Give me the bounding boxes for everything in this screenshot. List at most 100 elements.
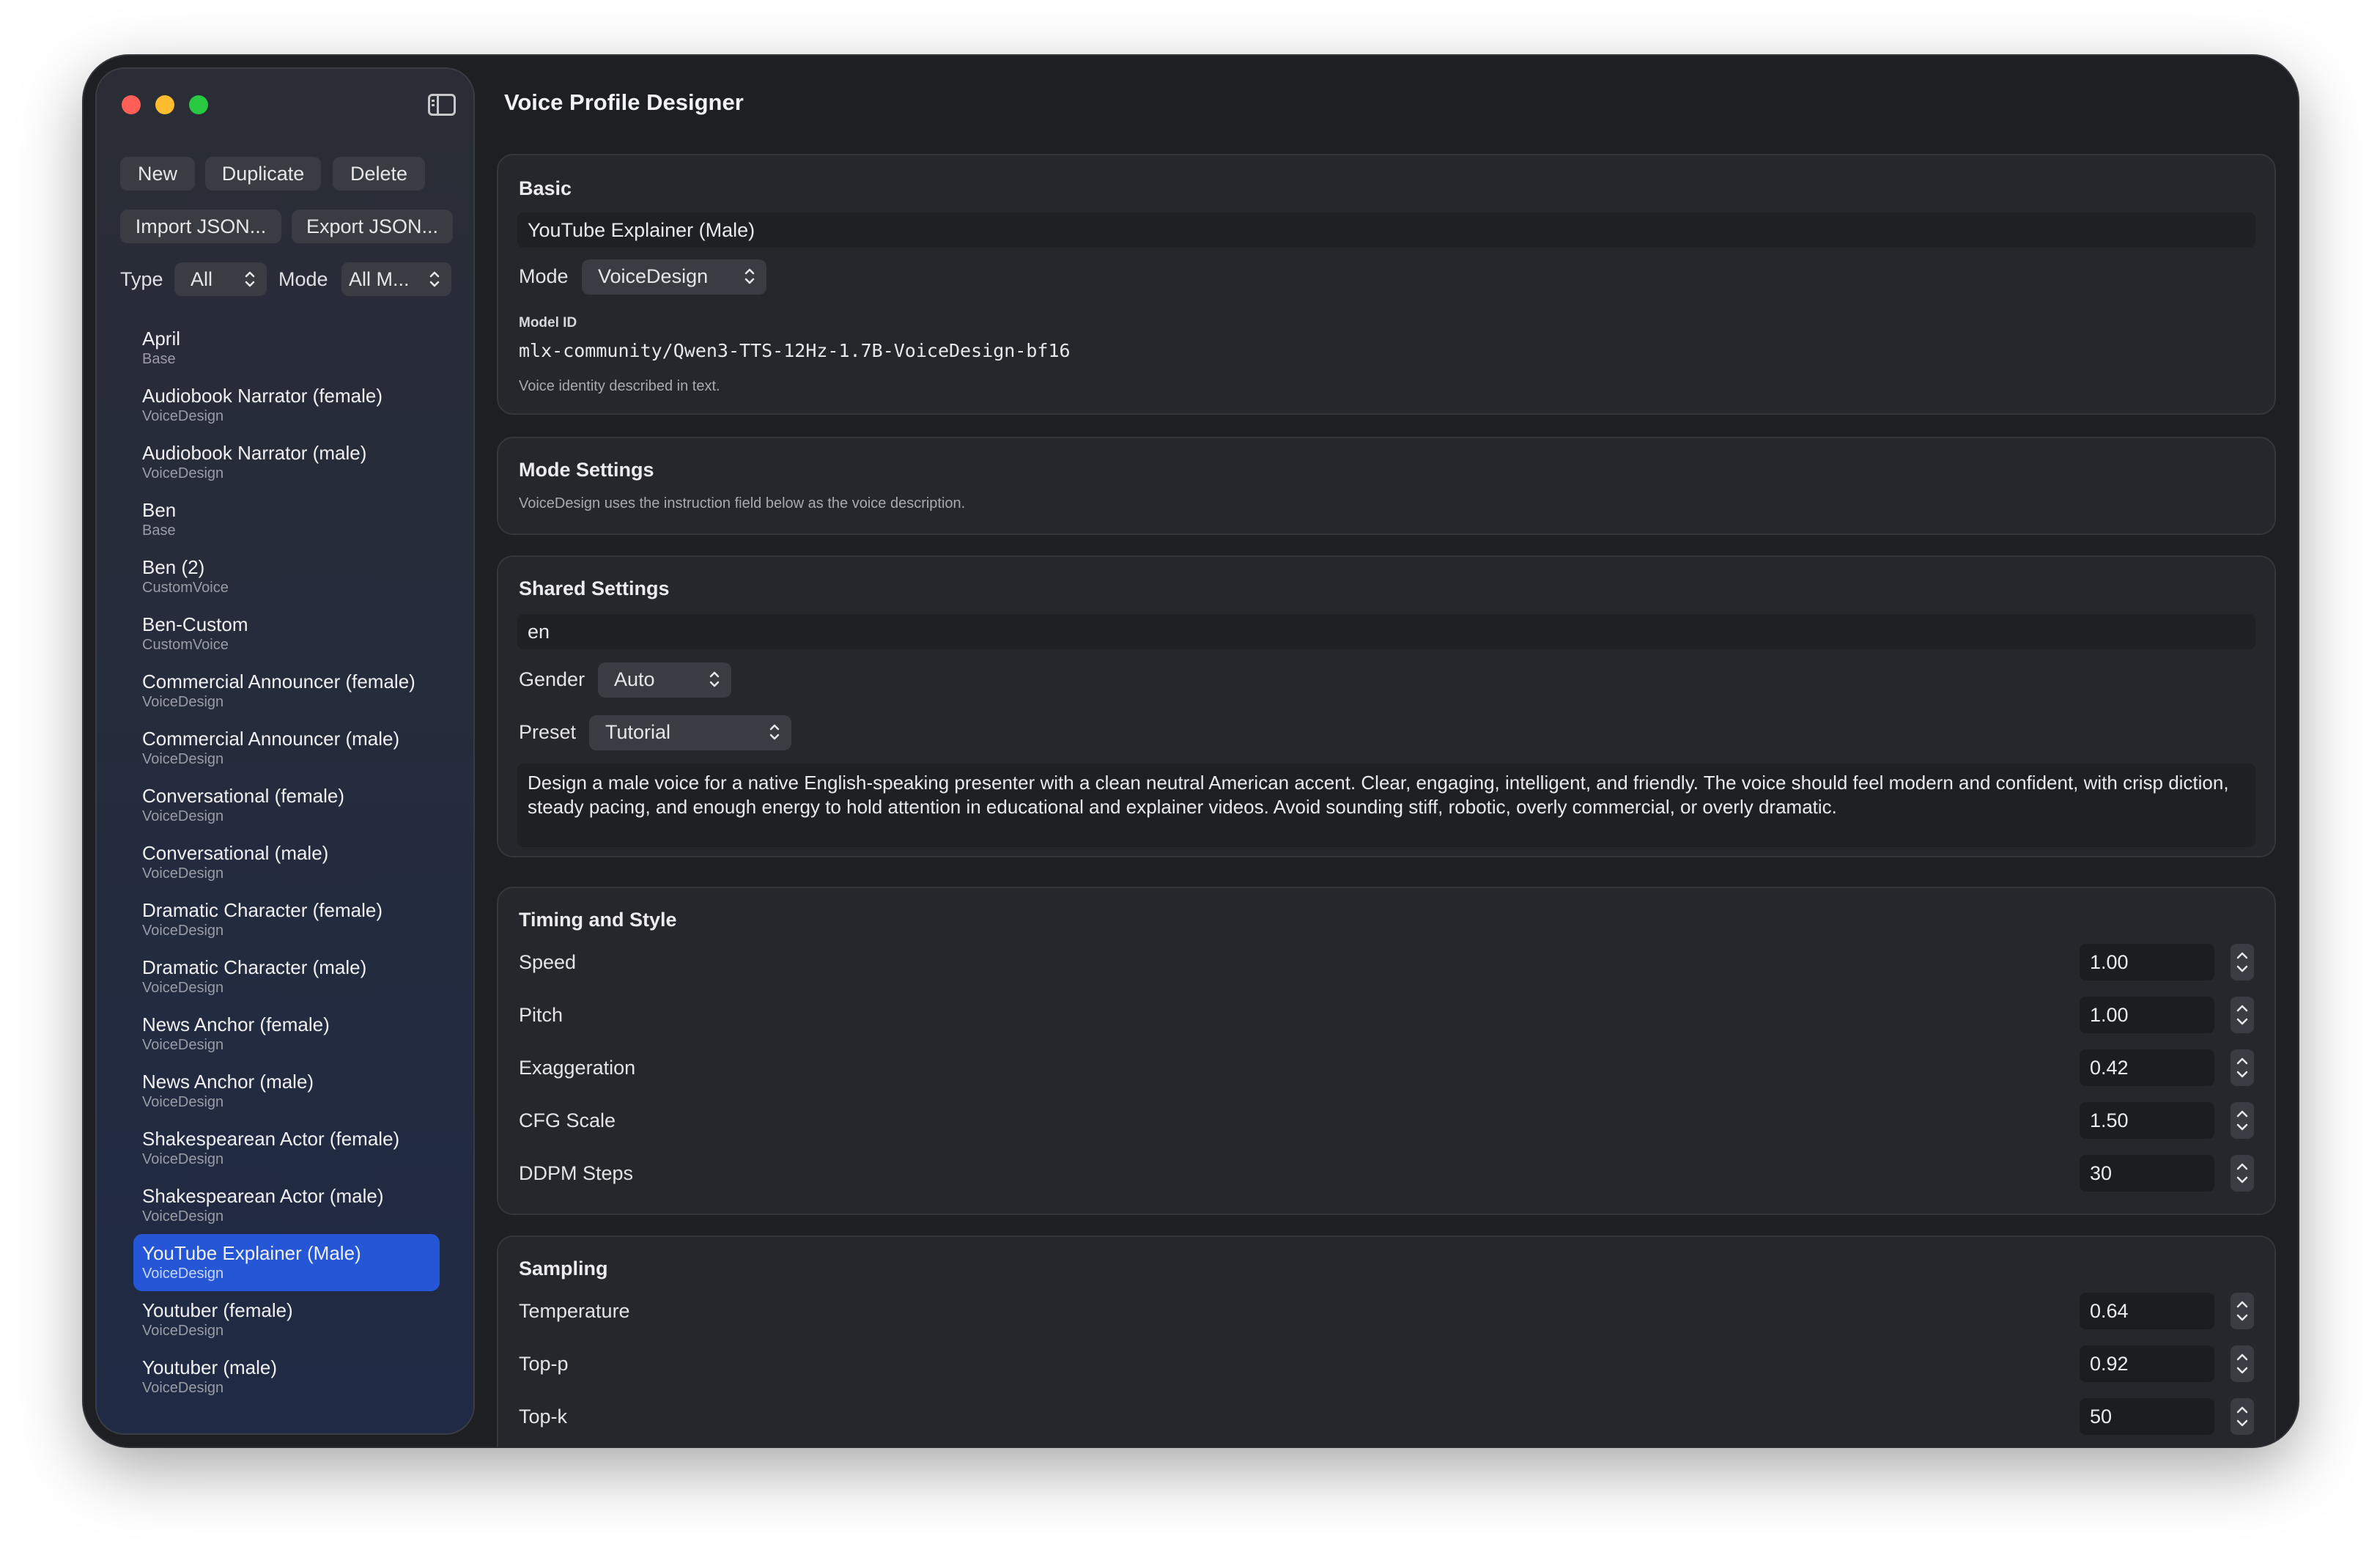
setting-value-input[interactable]: 0.42 (2080, 1049, 2214, 1086)
chevron-updown-icon (744, 268, 755, 284)
setting-value-input[interactable]: 30 (2080, 1155, 2214, 1192)
setting-value-input[interactable]: 0.92 (2080, 1345, 2214, 1382)
instruction-textarea[interactable]: Design a male voice for a native English… (517, 764, 2255, 847)
profile-item[interactable]: Dramatic Character (male) VoiceDesign (133, 948, 440, 1005)
profile-name: April (142, 328, 181, 350)
profile-kind: CustomVoice (142, 580, 229, 596)
model-id-value[interactable]: mlx-community/Qwen3-TTS-12Hz-1.7B-VoiceD… (519, 340, 1071, 361)
mode-filter-select[interactable]: All M... (341, 262, 451, 296)
profile-kind: VoiceDesign (142, 751, 224, 767)
gender-select[interactable]: Auto (598, 662, 731, 698)
profile-name: Audiobook Narrator (female) (142, 385, 383, 407)
profile-name: Ben (142, 499, 177, 521)
profile-item[interactable]: Audiobook Narrator (female) VoiceDesign (133, 377, 440, 434)
profile-kind: VoiceDesign (142, 1323, 224, 1339)
page-title: Voice Profile Designer (504, 89, 744, 115)
stepper-arrows-icon (2236, 1353, 2248, 1374)
profile-name: Ben-Custom (142, 613, 248, 635)
sampling-section: Sampling Temperature 0.64 Top-p 0.92 Top-k 50 (497, 1235, 2276, 1447)
setting-value-input[interactable]: 0.64 (2080, 1293, 2214, 1329)
type-filter-select[interactable]: All (174, 262, 267, 296)
profile-name: Shakespearean Actor (male) (142, 1185, 384, 1207)
gender-select-value: Auto (614, 668, 655, 690)
zoom-window-button[interactable] (189, 95, 208, 114)
profile-item[interactable]: Audiobook Narrator (male) VoiceDesign (133, 434, 440, 491)
profile-name: Youtuber (male) (142, 1356, 278, 1378)
value-stepper[interactable] (2231, 1049, 2254, 1086)
profile-item[interactable]: Ben (2) CustomVoice (133, 548, 440, 605)
profile-kind: VoiceDesign (142, 865, 224, 882)
profile-item[interactable]: Commercial Announcer (female) VoiceDesign (133, 662, 440, 720)
chevron-updown-icon (245, 271, 255, 287)
new-button[interactable]: New (120, 157, 195, 191)
profile-item[interactable]: April Base (133, 320, 440, 377)
profile-item[interactable]: Youtuber (male) VoiceDesign (133, 1348, 440, 1406)
stepper-arrows-icon (2236, 1301, 2248, 1321)
profile-name-input[interactable]: YouTube Explainer (Male) (517, 213, 2255, 248)
value-stepper[interactable] (2231, 1293, 2254, 1329)
profile-kind: VoiceDesign (142, 980, 224, 996)
profile-item[interactable]: Commercial Announcer (male) VoiceDesign (133, 720, 440, 777)
profile-name: Dramatic Character (male) (142, 956, 367, 978)
profile-name: Commercial Announcer (female) (142, 671, 415, 692)
profile-name: Shakespearean Actor (female) (142, 1128, 400, 1150)
stepper-arrows-icon (2236, 952, 2248, 972)
profile-kind: VoiceDesign (142, 694, 224, 710)
mode-select[interactable]: VoiceDesign (582, 259, 766, 295)
profile-item-selected[interactable]: YouTube Explainer (Male) VoiceDesign (133, 1234, 440, 1291)
value-stepper[interactable] (2231, 1155, 2254, 1192)
minimize-window-button[interactable] (155, 95, 174, 114)
preset-select[interactable]: Tutorial (589, 715, 791, 750)
model-id-label: Model ID (519, 315, 577, 330)
profile-item[interactable]: News Anchor (male) VoiceDesign (133, 1063, 440, 1120)
setting-label: CFG Scale (519, 1109, 616, 1131)
profile-item[interactable]: News Anchor (female) VoiceDesign (133, 1005, 440, 1063)
chevron-updown-icon (769, 724, 780, 740)
basic-caption: Voice identity described in text. (519, 378, 720, 394)
value-stepper[interactable] (2231, 944, 2254, 980)
profile-name: Conversational (male) (142, 842, 329, 864)
sampling-title: Sampling (519, 1257, 608, 1279)
value-stepper[interactable] (2231, 997, 2254, 1033)
setting-value-input[interactable]: 1.50 (2080, 1102, 2214, 1139)
stepper-arrows-icon (2236, 1110, 2248, 1131)
profile-item[interactable]: Shakespearean Actor (female) VoiceDesign (133, 1120, 440, 1177)
duplicate-button[interactable]: Duplicate (205, 157, 321, 191)
export-json-button[interactable]: Export JSON... (292, 210, 453, 243)
profile-item[interactable]: Dramatic Character (female) VoiceDesign (133, 891, 440, 948)
setting-label: Exaggeration (519, 1057, 636, 1079)
mode-settings-section: Mode Settings VoiceDesign uses the instr… (497, 437, 2276, 535)
setting-value-input[interactable]: 1.00 (2080, 944, 2214, 980)
profile-item[interactable]: Conversational (female) VoiceDesign (133, 777, 440, 834)
type-filter-value: All (191, 268, 213, 290)
profile-item[interactable]: Ben-Custom CustomVoice (133, 605, 440, 662)
setting-label: DDPM Steps (519, 1162, 634, 1184)
profile-item[interactable]: Conversational (male) VoiceDesign (133, 834, 440, 891)
value-stepper[interactable] (2231, 1398, 2254, 1435)
setting-value-input[interactable]: 50 (2080, 1398, 2214, 1435)
profile-name: Commercial Announcer (male) (142, 728, 400, 750)
profile-kind: VoiceDesign (142, 923, 224, 939)
stepper-arrows-icon (2236, 1005, 2248, 1025)
setting-label: Pitch (519, 1004, 563, 1026)
profile-item[interactable]: Shakespearean Actor (male) VoiceDesign (133, 1177, 440, 1234)
value-stepper[interactable] (2231, 1345, 2254, 1382)
profile-item[interactable]: Youtuber (female) VoiceDesign (133, 1291, 440, 1348)
close-window-button[interactable] (122, 95, 141, 114)
timing-style-section: Timing and Style Speed 1.00 Pitch 1.00 Exagg… (497, 887, 2276, 1215)
delete-button[interactable]: Delete (333, 157, 425, 191)
mode-select-value: VoiceDesign (598, 265, 709, 287)
profile-item[interactable]: Ben Base (133, 491, 440, 548)
stepper-arrows-icon (2236, 1406, 2248, 1427)
import-json-button[interactable]: Import JSON... (120, 210, 281, 243)
preset-select-value: Tutorial (605, 721, 671, 743)
value-stepper[interactable] (2231, 1102, 2254, 1139)
profile-list: April Base Audiobook Narrator (female) Voic… (133, 320, 440, 1406)
sidebar-toggle-icon[interactable] (428, 94, 456, 116)
sidebar: New Duplicate Delete Import JSON... Expo… (95, 67, 475, 1435)
type-filter-label: Type (120, 268, 163, 290)
profile-kind: VoiceDesign (142, 1037, 224, 1053)
profile-name: Youtuber (female) (142, 1299, 293, 1321)
language-input[interactable]: en (517, 614, 2255, 649)
setting-value-input[interactable]: 1.00 (2080, 997, 2214, 1033)
